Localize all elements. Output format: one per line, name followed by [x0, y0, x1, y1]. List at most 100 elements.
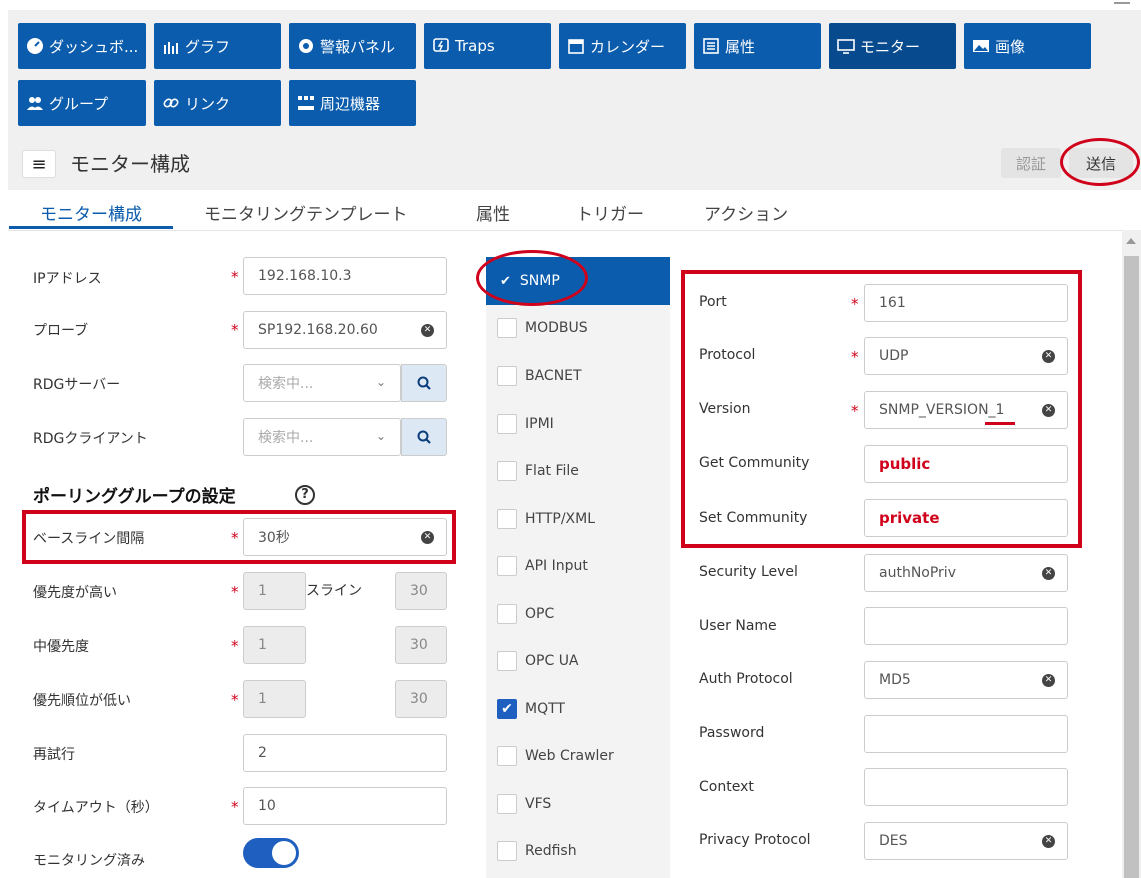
checkbox[interactable] [497, 841, 517, 861]
nav-dashboard-button[interactable]: ダッシュボ... [18, 23, 146, 69]
nav-attribute-button[interactable]: 属性 [694, 23, 821, 69]
nav-graph-button[interactable]: グラフ [154, 23, 281, 69]
high-priority-label: 優先度が高い [33, 585, 117, 601]
checkbox[interactable] [497, 746, 517, 766]
timeout-input[interactable]: 10 [243, 787, 447, 825]
nav-label: ダッシュボ... [49, 37, 139, 56]
polling-group-title: ポーリンググループの設定 [33, 487, 236, 507]
annotation-box-baseline [22, 510, 456, 564]
tab-attribute[interactable]: 属性 [476, 200, 510, 225]
high-priority-interval[interactable]: 30 [395, 572, 447, 610]
rdg-client-label: RDGクライアント [33, 431, 148, 447]
nav-label: グループ [49, 94, 109, 113]
checkbox[interactable] [497, 414, 517, 434]
checkbox[interactable] [497, 794, 517, 814]
protocol-item-http-xml[interactable]: HTTP/XML [497, 509, 595, 529]
context-input[interactable] [864, 768, 1068, 806]
user-name-label: User Name [699, 618, 777, 634]
chevron-down-icon: ⌄ [375, 375, 386, 389]
ip-address-input[interactable]: 192.168.10.3 [243, 257, 447, 295]
probe-select[interactable]: SP192.168.20.60 ✕ [243, 311, 447, 349]
nav-alarm-panel-button[interactable]: 警報パネル [289, 23, 416, 69]
checkbox[interactable] [497, 318, 517, 338]
security-level-label: Security Level [699, 564, 798, 580]
nav-traps-button[interactable]: Traps [424, 23, 551, 69]
protocol-item-mqtt[interactable]: ✔ MQTT [497, 699, 565, 719]
rdg-server-select[interactable]: 検索中... ⌄ [243, 364, 401, 402]
checkbox[interactable] [497, 461, 517, 481]
retry-label: 再試行 [33, 747, 75, 763]
protocol-item-ipmi[interactable]: IPMI [497, 414, 554, 434]
peripheral-icon [297, 94, 315, 112]
protocol-item-redfish[interactable]: Redfish [497, 841, 577, 861]
rdg-client-search-button[interactable] [401, 418, 447, 456]
password-label: Password [699, 725, 765, 741]
checkbox[interactable] [497, 556, 517, 576]
nav-label: カレンダー [590, 37, 666, 56]
required-marker: * [231, 268, 239, 286]
clear-icon[interactable]: ✕ [1042, 567, 1055, 580]
user-name-input[interactable] [864, 607, 1068, 645]
privacy-protocol-select[interactable]: DES ✕ [864, 822, 1068, 860]
protocol-item-opc[interactable]: OPC [497, 604, 554, 624]
search-icon [417, 430, 431, 444]
scroll-up-arrow-icon[interactable] [1126, 238, 1136, 244]
scrollbar-thumb[interactable] [1124, 256, 1139, 878]
required-marker: * [231, 691, 239, 709]
required-marker: * [231, 321, 239, 339]
protocol-item-vfs[interactable]: VFS [497, 794, 551, 814]
tab-action[interactable]: アクション [704, 200, 788, 225]
nav-peripheral-button[interactable]: 周辺機器 [289, 80, 416, 126]
password-input[interactable] [864, 715, 1068, 753]
required-marker: * [231, 798, 239, 816]
nav-monitor-button[interactable]: モニター [829, 23, 956, 69]
hamburger-menu-icon[interactable]: ≡ [22, 150, 56, 178]
nav-label: 周辺機器 [320, 94, 381, 113]
clear-icon[interactable]: ✕ [421, 324, 434, 337]
auth-button[interactable]: 認証 [1001, 148, 1061, 178]
tabs-divider [8, 230, 1122, 231]
retry-input[interactable]: 2 [243, 734, 447, 772]
context-label: Context [699, 779, 754, 795]
group-icon [26, 94, 44, 112]
monitored-toggle[interactable] [243, 838, 299, 868]
checkbox-checked[interactable]: ✔ [497, 699, 517, 719]
protocol-item-api-input[interactable]: API Input [497, 556, 588, 576]
checkbox[interactable] [497, 366, 517, 386]
security-level-select[interactable]: authNoPriv ✕ [864, 554, 1068, 592]
mid-priority-input[interactable]: 1 [243, 626, 306, 664]
protocol-item-opc-ua[interactable]: OPC UA [497, 651, 579, 671]
checkbox[interactable] [497, 604, 517, 624]
nav-label: グラフ [185, 37, 231, 56]
search-icon [417, 376, 431, 390]
protocol-item-flat-file[interactable]: Flat File [497, 461, 579, 481]
annotation-box-snmp-settings [681, 270, 1082, 548]
nav-label: 警報パネル [320, 37, 396, 56]
privacy-protocol-label: Privacy Protocol [699, 832, 811, 848]
high-priority-input[interactable]: 1 [243, 572, 306, 610]
tab-trigger[interactable]: トリガー [576, 200, 644, 225]
protocol-item-modbus[interactable]: MODBUS [497, 318, 588, 338]
nav-link-button[interactable]: リンク [154, 80, 281, 126]
calendar-icon [567, 37, 585, 55]
link-icon [162, 94, 180, 112]
nav-group-button[interactable]: グループ [18, 80, 146, 126]
clear-icon[interactable]: ✕ [1042, 835, 1055, 848]
rdg-client-select[interactable]: 検索中... ⌄ [243, 418, 401, 456]
low-priority-interval[interactable]: 30 [395, 680, 447, 718]
tab-monitor-config[interactable]: モニター構成 [40, 200, 142, 225]
help-icon[interactable]: ? [295, 485, 315, 505]
attribute-icon [702, 37, 720, 55]
protocol-item-web-crawler[interactable]: Web Crawler [497, 746, 614, 766]
clear-icon[interactable]: ✕ [1042, 674, 1055, 687]
mid-priority-interval[interactable]: 30 [395, 626, 447, 664]
tab-monitoring-template[interactable]: モニタリングテンプレート [204, 200, 408, 225]
low-priority-input[interactable]: 1 [243, 680, 306, 718]
auth-protocol-select[interactable]: MD5 ✕ [864, 661, 1068, 699]
checkbox[interactable] [497, 651, 517, 671]
nav-calendar-button[interactable]: カレンダー [559, 23, 686, 69]
checkbox[interactable] [497, 509, 517, 529]
protocol-item-bacnet[interactable]: BACNET [497, 366, 582, 386]
nav-image-button[interactable]: 画像 [964, 23, 1091, 69]
rdg-server-search-button[interactable] [401, 364, 447, 402]
